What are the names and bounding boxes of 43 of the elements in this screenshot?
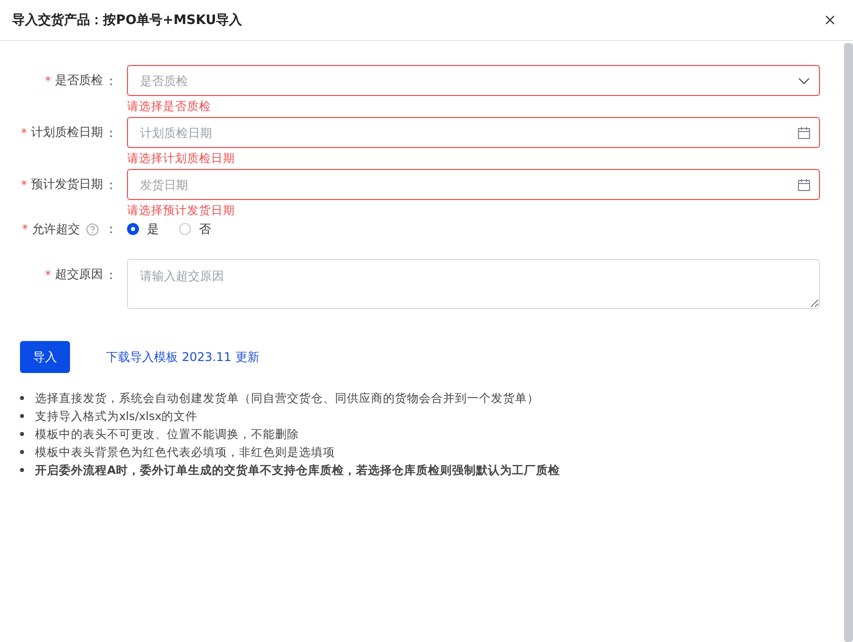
select-field[interactable]: 是否质检 [127, 65, 820, 96]
close-icon[interactable] [825, 15, 835, 25]
calendar-icon [798, 178, 810, 190]
error-message: 请选择预计发货日期 [127, 202, 236, 219]
field-label: 超交原因 [54, 266, 103, 283]
radio-option[interactable]: 是 [127, 220, 159, 238]
required-mark: * [20, 126, 27, 140]
date-field[interactable]: 发货日期 [127, 169, 820, 200]
label-colon: : [108, 126, 113, 140]
note-text: 模板中的表头不可更改、位置不能调换，不能删除 [35, 426, 299, 443]
error-message: 请选择计划质检日期 [127, 150, 236, 167]
field-label: 是否质检 [54, 72, 103, 89]
import-button[interactable]: 导入 [20, 341, 70, 373]
bullet-icon [20, 414, 24, 418]
bullet-icon [20, 468, 24, 472]
note-text: 选择直接发货，系统会自动创建发货单（同自营交货仓、同供应商的货物会合并到一个发货单） [35, 390, 539, 407]
required-mark: * [20, 178, 27, 192]
label-colon: : [108, 268, 113, 282]
radio-option[interactable]: 否 [179, 220, 211, 238]
chevron-down-icon [798, 77, 810, 84]
label-colon: : [108, 74, 113, 88]
label-colon: : [108, 222, 113, 236]
error-message: 请选择是否质检 [127, 98, 212, 115]
required-mark: * [44, 74, 51, 88]
bullet-icon [20, 396, 24, 400]
required-mark: * [44, 268, 51, 282]
note-text: 模板中表头背景色为红色代表必填项，非红色则是选填项 [35, 444, 335, 461]
template-download-link[interactable]: 下载导入模板 2023.11 更新 [106, 348, 260, 366]
note-text: 支持导入格式为xls/xlsx的文件 [35, 408, 198, 425]
field-label: 预计发货日期 [30, 176, 103, 193]
help-icon[interactable] [86, 222, 99, 236]
date-field[interactable]: 计划质检日期 [127, 117, 820, 148]
field-label: 允许超交 [32, 220, 80, 238]
dialog-title: 导入交货产品：按PO单号+MSKU导入 [12, 12, 242, 29]
bullet-icon [20, 450, 24, 454]
text-area[interactable]: 请输入超交原因 [127, 259, 820, 309]
scrollbar[interactable] [844, 43, 853, 642]
bullet-icon [20, 432, 24, 436]
field-label: 计划质检日期 [30, 124, 103, 141]
label-colon: : [108, 178, 113, 192]
calendar-icon [798, 126, 810, 138]
note-text: 开启委外流程A时，委外订单生成的交货单不支持仓库质检，若选择仓库质检则强制默认为工厂质检 [35, 462, 560, 479]
required-mark: * [22, 222, 28, 236]
